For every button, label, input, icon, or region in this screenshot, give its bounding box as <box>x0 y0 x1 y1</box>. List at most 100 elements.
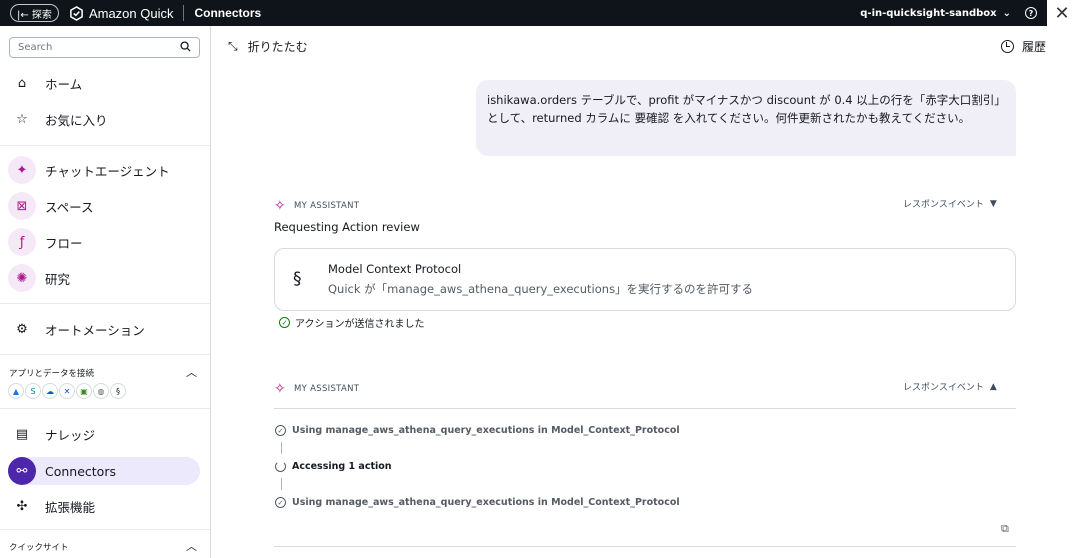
top-bar: |← 探索 Amazon Quick Connectors q-in-quick… <box>0 0 1047 26</box>
sidebar-item-label: フロー <box>45 235 83 251</box>
app-icons: ▲ S ☁ ✕ ▣ ◍ § <box>8 383 126 399</box>
apps-section-title: アプリとデータを接続 <box>9 369 95 379</box>
close-icon[interactable]: ✕ <box>1047 0 1077 26</box>
home-icon: ⌂ <box>17 75 27 91</box>
check-circle-icon: ✓ <box>275 497 286 508</box>
sidebar-item-label: お気に入り <box>45 112 108 128</box>
brand-name: Amazon Quick <box>88 5 174 21</box>
clock-icon <box>1001 40 1014 53</box>
sidebar-divider <box>0 408 210 409</box>
collapse-button[interactable]: ⤡ 折りたたむ <box>228 38 308 55</box>
check-circle-icon: ✓ <box>279 317 290 328</box>
caret-down-icon: ▼ <box>989 198 997 209</box>
response-events-label: レスポンスイベント <box>903 383 984 393</box>
sidebar-item-automation[interactable]: ⚙ オートメーション <box>8 315 200 343</box>
step-connector <box>281 478 282 490</box>
history-label: 履歴 <box>1022 40 1047 54</box>
sidebar-item-label: 拡張機能 <box>45 499 96 515</box>
brand[interactable]: Amazon Quick <box>69 5 174 21</box>
collapse-icon: ⤡ <box>228 39 238 53</box>
card-description: Quick が「manage_aws_athena_query_executio… <box>328 282 754 296</box>
sidebar: ⌂ ホーム ☆ お気に入り ✦ チャットエージェント ⊠ スペース ƒ フロー … <box>0 26 211 558</box>
step-item: Accessing 1 action <box>275 461 392 472</box>
sidebar-item-flows[interactable]: ƒ フロー <box>8 228 200 256</box>
sent-text: アクションが送信されました <box>295 319 425 330</box>
automation-icon: ⚙ <box>16 321 28 337</box>
sidebar-divider <box>0 145 210 146</box>
sidebar-divider <box>0 354 210 355</box>
search-field[interactable] <box>9 37 200 58</box>
s3-icon[interactable]: ▣ <box>76 383 92 399</box>
search-icon[interactable] <box>180 40 191 55</box>
explore-back-button[interactable]: |← 探索 <box>10 4 59 22</box>
requesting-title: Requesting Action review <box>274 220 420 234</box>
history-button[interactable]: 履歴 <box>1001 38 1046 55</box>
connectors-icon: ⚯ <box>8 457 36 485</box>
action-review-card[interactable]: § Model Context Protocol Quick が「manage_… <box>274 248 1016 311</box>
mcp-icon: § <box>293 269 302 289</box>
extensions-icon: ✣ <box>16 498 28 514</box>
sidebar-item-research[interactable]: ✺ 研究 <box>8 264 200 292</box>
sparkle-icon: ✧ <box>274 381 287 397</box>
web-crawler-icon[interactable]: ◍ <box>93 383 109 399</box>
help-icon[interactable]: ? <box>1025 7 1037 19</box>
chevron-down-icon[interactable]: ⌄ <box>1003 8 1011 19</box>
chat-agent-icon: ✦ <box>8 156 36 184</box>
step-text: Using manage_aws_athena_query_executions… <box>292 497 680 508</box>
card-title: Model Context Protocol <box>328 262 462 276</box>
search-input[interactable] <box>18 42 178 53</box>
loading-spinner-icon <box>275 461 286 472</box>
section-divider <box>274 546 1016 547</box>
step-item: ✓ Using manage_aws_athena_query_executio… <box>275 425 680 436</box>
sidebar-divider <box>0 529 210 530</box>
chevron-up-icon[interactable]: ︿ <box>186 364 197 380</box>
quick-logo-icon <box>70 5 83 21</box>
sidebar-item-home[interactable]: ⌂ ホーム <box>8 69 200 97</box>
page-title: Connectors <box>194 6 262 20</box>
sidebar-item-spaces[interactable]: ⊠ スペース <box>8 192 200 220</box>
action-sent-status: ✓ アクションが送信されました <box>279 315 425 330</box>
collapse-label: 折りたたむ <box>247 40 308 54</box>
step-text: Accessing 1 action <box>292 461 392 472</box>
sidebar-item-label: オートメーション <box>45 322 145 338</box>
sharepoint-icon[interactable]: S <box>25 383 41 399</box>
flows-icon: ƒ <box>8 228 36 256</box>
sidebar-item-label: ナレッジ <box>45 427 96 443</box>
spaces-icon: ⊠ <box>8 192 36 220</box>
response-events-toggle[interactable]: レスポンスイベント ▼ <box>903 197 997 211</box>
sidebar-item-knowledge[interactable]: ▤ ナレッジ <box>8 420 200 448</box>
sidebar-item-label: チャットエージェント <box>45 163 170 179</box>
confluence-icon[interactable]: ✕ <box>59 383 75 399</box>
user-message: ishikawa.orders テーブルで、profit がマイナスかつ dis… <box>476 80 1016 156</box>
star-icon: ☆ <box>16 111 28 127</box>
explore-back-label: |← 探索 <box>17 9 52 21</box>
mcp-icon[interactable]: § <box>110 383 126 399</box>
sidebar-item-label: ホーム <box>45 76 83 92</box>
quicksight-section-title: クイックサイト <box>9 543 69 553</box>
chat-panel: ⤡ 折りたたむ 履歴 ishikawa.orders テーブルで、profit … <box>211 26 1047 558</box>
step-item: ✓ Using manage_aws_athena_query_executio… <box>275 497 680 508</box>
check-circle-icon: ✓ <box>275 425 286 436</box>
copy-icon[interactable]: ⧉ <box>1001 522 1009 536</box>
research-icon: ✺ <box>8 264 36 292</box>
onedrive-icon[interactable]: ☁ <box>42 383 58 399</box>
chevron-up-icon[interactable]: ︿ <box>186 538 197 554</box>
response-events-label: レスポンスイベント <box>903 200 984 210</box>
response-events-toggle[interactable]: レスポンスイベント ▲ <box>903 380 997 394</box>
google-drive-icon[interactable]: ▲ <box>8 383 24 399</box>
sidebar-item-connectors[interactable]: ⚯ Connectors <box>8 457 200 485</box>
sidebar-divider <box>0 303 210 304</box>
sidebar-item-chat-agent[interactable]: ✦ チャットエージェント <box>8 156 200 184</box>
knowledge-icon: ▤ <box>15 426 29 442</box>
sidebar-item-favorites[interactable]: ☆ お気に入り <box>8 105 200 133</box>
sidebar-item-label: スペース <box>45 199 94 215</box>
sidebar-item-extensions[interactable]: ✣ 拡張機能 <box>8 492 200 520</box>
section-divider <box>274 408 1016 409</box>
caret-up-icon: ▲ <box>989 381 997 392</box>
sidebar-item-label: 研究 <box>45 271 71 287</box>
assistant-header: ✧ MY ASSISTANT <box>274 381 359 397</box>
account-selector[interactable]: q-in-quicksight-sandbox <box>860 8 996 19</box>
step-connector <box>281 442 282 454</box>
assistant-header: ✧ MY ASSISTANT <box>274 198 359 214</box>
sparkle-icon: ✧ <box>274 198 287 214</box>
